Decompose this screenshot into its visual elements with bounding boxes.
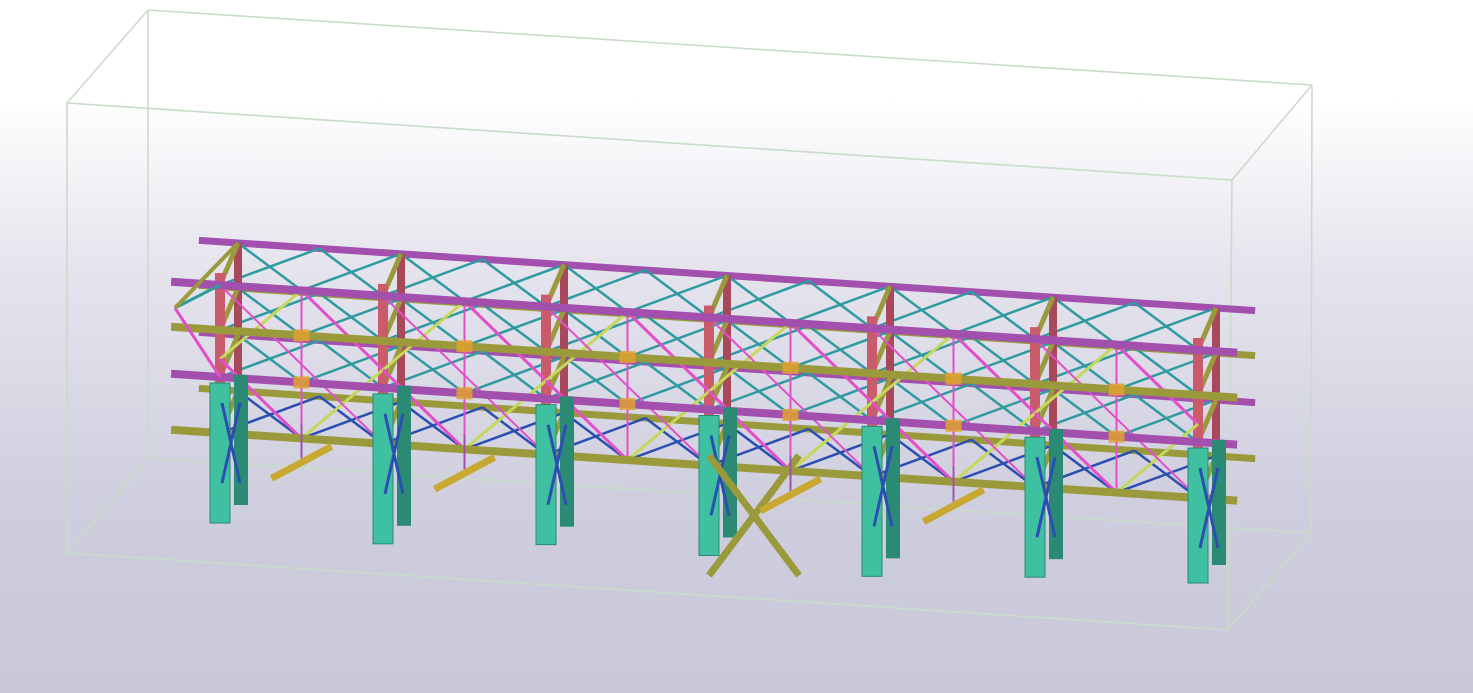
- pedestal[interactable]: [698, 415, 720, 556]
- gusset-plate[interactable]: [619, 398, 636, 411]
- pedestal-back[interactable]: [886, 418, 900, 559]
- gusset-plate[interactable]: [782, 408, 799, 421]
- pedestal-back[interactable]: [560, 396, 574, 527]
- pedestal-back[interactable]: [1049, 429, 1063, 560]
- gusset-plate[interactable]: [619, 351, 636, 364]
- bbox-edge: [66, 457, 149, 554]
- gusset-plate[interactable]: [293, 329, 310, 342]
- bbox-edge: [1310, 84, 1313, 534]
- pedestal[interactable]: [1024, 436, 1046, 578]
- bbox-edge: [1227, 532, 1312, 631]
- gusset-plate[interactable]: [456, 387, 473, 400]
- gusset-plate[interactable]: [456, 340, 473, 353]
- gusset-plate[interactable]: [945, 419, 962, 432]
- pedestal[interactable]: [209, 382, 231, 524]
- gusset-plate[interactable]: [782, 361, 799, 374]
- cantilever-brace[interactable]: [173, 307, 222, 378]
- bbox-edge: [66, 9, 149, 104]
- pedestal[interactable]: [1187, 447, 1209, 584]
- pedestal-back[interactable]: [234, 375, 248, 505]
- bbox-edge: [66, 552, 1229, 631]
- model-viewport[interactable]: [0, 0, 1473, 693]
- gusset-plate[interactable]: [1108, 383, 1125, 396]
- cantilever-beam[interactable]: [173, 241, 240, 310]
- cantilever-brace[interactable]: [174, 283, 221, 310]
- pedestal[interactable]: [535, 404, 557, 546]
- bbox-edge: [147, 9, 1313, 86]
- 3d-model-view[interactable]: [0, 0, 1473, 693]
- gusset-plate[interactable]: [1108, 430, 1125, 443]
- bbox-edge: [66, 102, 1233, 181]
- gusset-plate[interactable]: [945, 372, 962, 385]
- pedestal-back[interactable]: [397, 385, 411, 526]
- steel-structure-model[interactable]: [170, 236, 1256, 584]
- bbox-edge: [1231, 84, 1313, 181]
- bbox-edge: [1227, 179, 1233, 631]
- gusset-plate[interactable]: [293, 376, 310, 389]
